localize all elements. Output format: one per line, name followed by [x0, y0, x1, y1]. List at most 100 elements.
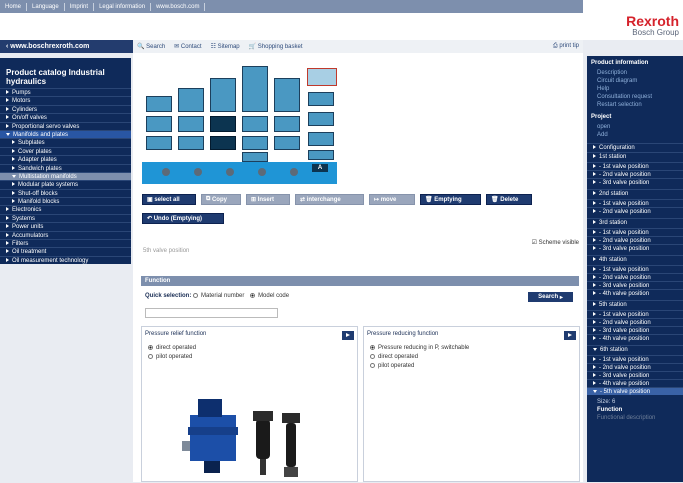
undo-button[interactable]: ↶ Undo (Emptying) — [142, 213, 224, 224]
valve-position-item[interactable]: - 2nd valve position — [587, 273, 683, 281]
basket-link[interactable]: 🛒 Shopping basket — [249, 43, 303, 50]
radio-material-number[interactable]: Material number — [193, 293, 244, 299]
catalog-item[interactable]: Oil treatment — [0, 247, 131, 255]
search-button[interactable]: Search ▸ — [528, 292, 573, 302]
radio-direct-operated[interactable]: direct operated — [364, 353, 579, 362]
catalog-item[interactable]: Modular plate systems — [0, 180, 131, 188]
search-link[interactable]: 🔍 Search — [137, 43, 165, 50]
scheme-visible-toggle[interactable]: ☑ Scheme visible — [532, 239, 579, 246]
valve-block[interactable] — [178, 136, 204, 150]
select-all-button[interactable]: ▣ select all — [142, 194, 196, 205]
interchange-button[interactable]: ⇄ interchange — [295, 194, 364, 205]
valve-block[interactable] — [242, 136, 268, 150]
valve-block[interactable] — [178, 116, 204, 132]
valve-block[interactable] — [178, 88, 204, 112]
panel-expand-button[interactable] — [342, 331, 354, 340]
valve-block[interactable] — [146, 116, 172, 132]
radio-pressure-reducing-switchable[interactable]: Pressure reducing in P, switchable — [364, 344, 579, 353]
valve-block[interactable] — [308, 150, 334, 160]
catalog-item[interactable]: Manifolds and plates — [0, 129, 131, 139]
valve-position-item[interactable]: - 4th valve position — [587, 289, 683, 297]
valve-position-item[interactable]: - 2nd valve position — [587, 170, 683, 178]
catalog-item[interactable]: On/off valves — [0, 113, 131, 121]
valve-position-item[interactable]: - 3rd valve position — [587, 178, 683, 186]
catalog-item[interactable]: Cover plates — [0, 146, 131, 155]
valve-position-item[interactable]: - 1st valve position — [587, 310, 683, 318]
radio-pilot-operated[interactable]: pilot operated — [364, 362, 579, 371]
insert-button[interactable]: ⊞ Insert — [246, 194, 290, 205]
radio-direct-operated[interactable]: direct operated — [142, 344, 357, 353]
info-link[interactable]: Help — [587, 85, 609, 93]
catalog-item[interactable]: Electronics — [0, 205, 131, 213]
catalog-item[interactable]: Sandwich plates — [0, 163, 131, 172]
info-link[interactable]: Restart selection — [587, 101, 642, 109]
rexroth-logo[interactable]: Rexroth Bosch Group — [583, 0, 683, 40]
radio-model-code[interactable]: Model code — [250, 293, 289, 299]
valve-position-item[interactable]: - 3rd valve position — [587, 371, 683, 379]
valve-block[interactable] — [146, 96, 172, 112]
valve-position-item[interactable]: - 3rd valve position — [587, 281, 683, 289]
valve-position-item[interactable]: - 4th valve position — [587, 334, 683, 342]
catalog-item[interactable]: Manifold blocks — [0, 197, 131, 205]
valve-position-item[interactable]: - 3rd valve position — [587, 326, 683, 334]
valve-block[interactable] — [242, 116, 268, 132]
catalog-item[interactable]: Oil measurement technology — [0, 255, 131, 264]
copy-button[interactable]: ⧉ Copy — [201, 194, 241, 205]
station-header[interactable]: 5th station — [587, 300, 683, 308]
valve-position-item[interactable]: - 2nd valve position — [587, 236, 683, 244]
print-link[interactable]: ⎙ print tip — [553, 43, 579, 50]
valve-position-item[interactable]: - 1st valve position — [587, 228, 683, 236]
valve-block[interactable] — [308, 132, 334, 146]
catalog-item[interactable]: Pumps — [0, 88, 131, 96]
emptying-button[interactable]: 🗑 Emptying — [420, 194, 481, 205]
nav-imprint[interactable]: Imprint — [65, 2, 95, 11]
station-header[interactable]: 6th station — [587, 345, 683, 353]
valve-block-dark[interactable] — [210, 116, 236, 132]
sitemap-link[interactable]: ☷ Sitemap — [211, 43, 240, 50]
project-link[interactable]: open — [587, 123, 610, 131]
station-header[interactable]: 1st station — [587, 152, 683, 160]
contact-link[interactable]: ✉ Contact — [174, 43, 201, 50]
valve-block[interactable] — [308, 92, 334, 106]
manifold-base-plate[interactable] — [142, 162, 337, 184]
valve-block[interactable] — [274, 78, 300, 112]
valve-position-item[interactable]: - 1st valve position — [587, 199, 683, 207]
radio-pilot-operated[interactable]: pilot operated — [142, 353, 357, 362]
catalog-item[interactable]: Multistation manifolds — [0, 171, 131, 181]
valve-position-item[interactable]: - 4th valve position — [587, 379, 683, 387]
selected-valve-block[interactable] — [307, 68, 337, 86]
valve-position-item[interactable]: - 1st valve position — [587, 162, 683, 170]
valve-block[interactable] — [274, 116, 300, 132]
catalog-item[interactable]: Accumulators — [0, 230, 131, 239]
catalog-item[interactable]: Shut-off blocks — [0, 188, 131, 197]
functional-description-link[interactable]: Functional description — [587, 414, 655, 422]
catalog-item[interactable]: Subplates — [0, 138, 131, 146]
valve-block[interactable] — [308, 112, 334, 126]
nav-home[interactable]: Home — [0, 2, 28, 11]
valve-block[interactable] — [210, 78, 236, 112]
valve-block[interactable] — [242, 66, 268, 112]
valve-block-dark[interactable] — [210, 136, 236, 150]
station-header[interactable]: 2nd station — [587, 189, 683, 197]
function-link[interactable]: Function — [587, 406, 622, 414]
nav-language[interactable]: Language — [27, 2, 65, 11]
valve-position-item[interactable]: - 2nd valve position — [587, 318, 683, 326]
valve-position-item[interactable]: - 2nd valve position — [587, 363, 683, 371]
valve-block[interactable] — [274, 136, 300, 150]
nav-bosch-link[interactable]: www.bosch.com — [151, 2, 206, 11]
station-header[interactable]: 3rd station — [587, 218, 683, 226]
nav-legal-information[interactable]: Legal information — [94, 2, 152, 11]
catalog-item[interactable]: Proportional servo valves — [0, 121, 131, 130]
valve-position-item[interactable]: - 2nd valve position — [587, 207, 683, 215]
catalog-item[interactable]: Adapter plates — [0, 155, 131, 163]
valve-block[interactable] — [146, 136, 172, 150]
manifold-configuration[interactable]: A — [142, 66, 337, 186]
station-header[interactable]: 4th station — [587, 255, 683, 263]
valve-position-item[interactable]: - 5th valve position — [587, 387, 683, 395]
panel-expand-button[interactable] — [564, 331, 576, 340]
project-link[interactable]: Add — [587, 131, 608, 139]
info-link[interactable]: Circuit diagram — [587, 77, 637, 85]
valve-position-item[interactable]: - 1st valve position — [587, 265, 683, 273]
info-link[interactable]: Consultation request — [587, 93, 652, 101]
info-link[interactable]: Description — [587, 69, 627, 77]
